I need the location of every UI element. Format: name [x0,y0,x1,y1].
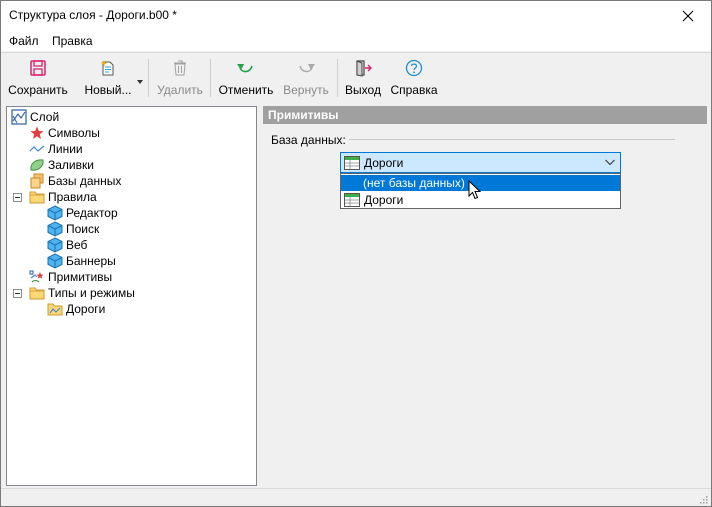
line-icon [29,141,45,157]
tree-node-layer[interactable]: Слой [11,109,59,125]
star-icon [29,125,45,141]
tree-label: Баннеры [66,254,116,268]
primitives-icon [29,269,45,285]
resize-grip-icon[interactable] [698,494,708,504]
database-combobox[interactable]: Дороги [340,152,621,173]
tree-label: Редактор [66,206,118,220]
tree-label: Линии [48,142,83,156]
properties-panel: Примитивы База данных: Дороги (нет базы … [263,106,707,484]
group-divider [349,139,675,140]
cube-icon [47,205,63,221]
database-label: База данных: [271,133,346,147]
undo-label: Отменить [218,83,274,97]
collapse-toggle[interactable] [13,193,22,202]
delete-button[interactable]: Удалить [155,57,205,99]
cube-icon [47,237,63,253]
trash-icon [170,58,190,78]
chevron-down-icon [604,155,616,169]
option-label: (нет базы данных) [363,176,465,190]
close-button[interactable] [665,1,711,31]
toolbar-separator [337,59,338,97]
toolbar-separator [148,59,149,97]
save-label: Сохранить [8,83,68,97]
new-dropdown-arrow[interactable] [136,75,144,84]
tree-node-rules[interactable]: Правила [29,189,97,205]
menu-file[interactable]: Файл [9,34,39,48]
toolbar: Сохранить Новый... Удалить Отменить Верн… [1,52,711,101]
tree-node-lines[interactable]: Линии [29,141,83,157]
layer-tree[interactable]: Слой Символы Линии Заливки Базы данных П… [6,106,257,486]
redo-icon [296,58,316,78]
layer-icon [11,109,27,125]
window-title: Структура слоя - Дороги.b00 * [9,8,177,22]
redo-label: Вернуть [283,83,329,97]
table-icon [344,155,360,170]
panel-header: Примитивы [263,106,707,124]
menu-bar: Файл Правка [1,31,711,51]
save-icon [28,58,48,78]
status-bar [1,488,711,506]
delete-label: Удалить [157,83,203,97]
tree-node-roads[interactable]: Дороги [47,301,105,317]
folder-icon [29,189,45,205]
fill-icon [29,157,45,173]
help-label: Справка [390,83,438,97]
menu-edit[interactable]: Правка [52,34,93,48]
title-bar: Структура слоя - Дороги.b00 * [1,1,711,31]
help-icon [404,58,424,78]
tree-node-databases[interactable]: Базы данных [29,173,121,189]
map-folder-icon [47,301,63,317]
tree-label: Базы данных [48,174,122,188]
tree-node-banners[interactable]: Баннеры [47,253,116,269]
tree-label: Примитивы [48,270,113,284]
tree-label: Дороги [66,302,106,316]
tree-label: Поиск [66,222,100,236]
exit-label: Выход [345,83,381,97]
new-document-icon [98,58,118,78]
tree-label: Заливки [48,158,94,172]
cube-icon [47,221,63,237]
mouse-pointer-icon [468,179,482,202]
new-label: Новый... [84,83,132,97]
tree-node-editor[interactable]: Редактор [47,205,118,221]
chevron-down-icon [137,80,143,84]
tree-node-fills[interactable]: Заливки [29,157,94,173]
database-icon [29,173,45,189]
tree-node-web[interactable]: Веб [47,237,87,253]
tree-label: Символы [48,126,100,140]
tree-node-primitives[interactable]: Примитивы [29,269,112,285]
combobox-value: Дороги [364,155,404,170]
undo-button[interactable]: Отменить [218,57,274,99]
exit-door-icon [353,58,373,78]
exit-button[interactable]: Выход [343,57,383,99]
tree-node-types-modes[interactable]: Типы и режимы [29,285,135,301]
tree-label: Типы и режимы [48,286,135,300]
tree-label: Правила [48,190,97,204]
main-window: Структура слоя - Дороги.b00 * Файл Правк… [0,0,712,507]
tree-label: Веб [66,238,88,252]
table-icon [344,193,360,207]
cube-icon [47,253,63,269]
close-icon [682,10,694,22]
save-button[interactable]: Сохранить [7,57,69,99]
collapse-toggle[interactable] [13,289,22,298]
tree-node-search[interactable]: Поиск [47,221,99,237]
option-label: Дороги [364,193,404,207]
help-button[interactable]: Справка [390,57,438,99]
undo-icon [236,58,256,78]
toolbar-separator [210,59,211,97]
new-button[interactable]: Новый... [81,57,135,99]
tree-node-symbols[interactable]: Символы [29,125,100,141]
folder-icon [29,285,45,301]
tree-label: Слой [30,110,60,124]
redo-button[interactable]: Вернуть [282,57,330,99]
